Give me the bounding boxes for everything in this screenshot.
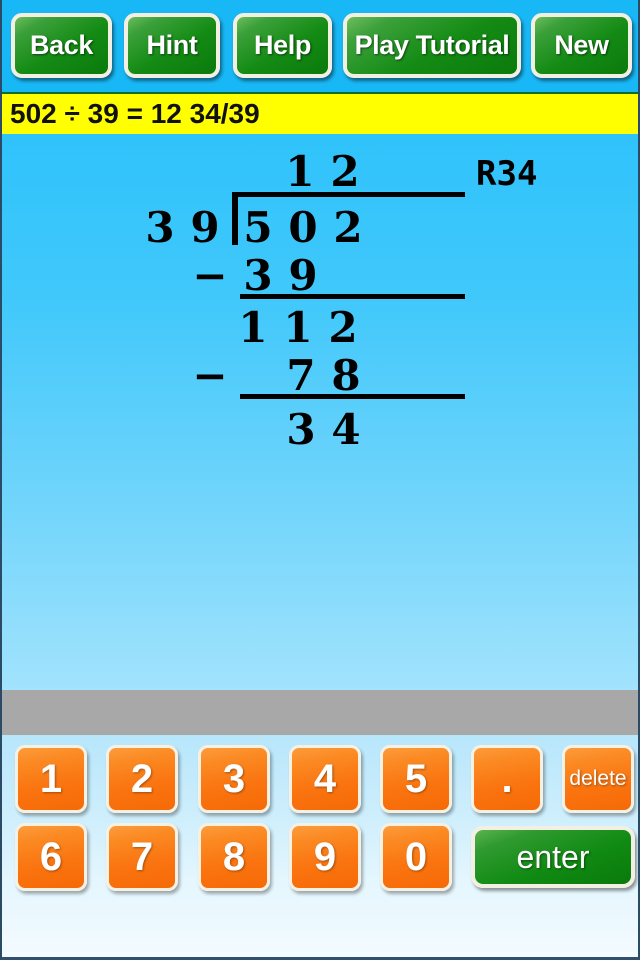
key-8[interactable]: 8 [198, 823, 270, 891]
key-5[interactable]: 5 [380, 745, 452, 813]
step1-subtrahend-digit-1: 3 [243, 251, 273, 300]
divisor-digit-1: 3 [145, 203, 175, 252]
divisor-digit-2: 9 [190, 203, 220, 252]
key-3[interactable]: 3 [198, 745, 270, 813]
dividend-digit-3: 2 [333, 203, 363, 252]
app-window: Back Hint Help Play Tutorial New 502 ÷ 3… [0, 0, 640, 960]
quotient-digit-2: 2 [330, 147, 360, 196]
key-delete[interactable]: delete [562, 745, 634, 813]
status-bar: 502 ÷ 39 = 12 34/39 [2, 92, 638, 134]
key-0[interactable]: 0 [380, 823, 452, 891]
key-4[interactable]: 4 [289, 745, 361, 813]
step2-subtrahend-digit-1: 7 [286, 351, 316, 400]
remainder-label: R34 [476, 154, 538, 194]
back-button[interactable]: Back [11, 13, 112, 78]
step2-difference-digit-1: 3 [286, 405, 316, 454]
step1-difference-digit-3: 2 [328, 303, 358, 352]
step2-difference-digit-2: 4 [331, 405, 361, 454]
step1-difference-digit-1: 1 [238, 303, 268, 352]
dividend-digit-1: 5 [243, 203, 273, 252]
subtraction-line-1 [240, 294, 465, 299]
help-button[interactable]: Help [233, 13, 332, 78]
key-6[interactable]: 6 [15, 823, 87, 891]
top-toolbar: Back Hint Help Play Tutorial New [2, 0, 638, 92]
division-bracket-stroke [232, 192, 238, 245]
dividend-digit-2: 0 [288, 203, 318, 252]
subtraction-line-2 [240, 394, 465, 399]
key-9[interactable]: 9 [289, 823, 361, 891]
step1-subtrahend-digit-2: 9 [288, 251, 318, 300]
separator-bar [2, 690, 638, 735]
key-2[interactable]: 2 [106, 745, 178, 813]
hint-button[interactable]: Hint [124, 13, 220, 78]
new-button[interactable]: New [531, 13, 632, 78]
problem-statement-text: 502 ÷ 39 = 12 34/39 [10, 98, 260, 129]
step1-difference-digit-2: 1 [283, 303, 313, 352]
numeric-keypad: 1 2 3 4 5 . delete 6 7 8 9 0 enter [2, 735, 638, 957]
key-1[interactable]: 1 [15, 745, 87, 813]
quotient-digit-1: 1 [285, 147, 315, 196]
key-decimal-point[interactable]: . [471, 745, 543, 813]
division-vinculum [232, 192, 465, 197]
step2-subtrahend-digit-2: 8 [331, 351, 361, 400]
minus-sign-step-1: − [192, 251, 228, 300]
play-tutorial-button[interactable]: Play Tutorial [343, 13, 521, 78]
key-enter[interactable]: enter [471, 826, 635, 888]
long-division-work-area[interactable]: 1 2 R34 3 9 5 0 2 − 3 9 1 1 2 − 7 8 3 4 [2, 134, 638, 690]
key-7[interactable]: 7 [106, 823, 178, 891]
minus-sign-step-2: − [192, 351, 228, 400]
